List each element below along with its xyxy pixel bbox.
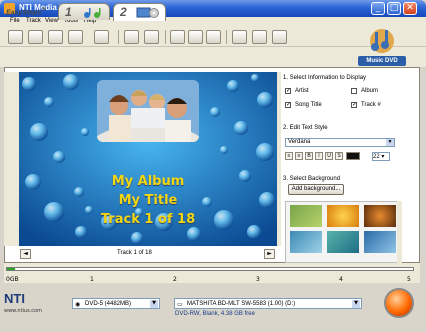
maximize-button[interactable]: □ [387, 2, 401, 15]
capacity-fill [7, 268, 15, 270]
song-title-label: Song Title [295, 102, 322, 108]
image-icon[interactable] [144, 30, 159, 44]
align-center-button[interactable]: ≡ [295, 152, 303, 160]
toolbar-separator [226, 30, 227, 44]
add-background-button[interactable]: Add background... [288, 184, 344, 195]
section-background: 3. Select Background [283, 176, 341, 182]
menu-track[interactable]: Track [26, 18, 41, 24]
capacity-tick: 3 [256, 276, 260, 283]
capacity-tick: 0GB [6, 276, 19, 283]
artist-checkbox[interactable]: ✓ [285, 88, 291, 94]
track-text[interactable]: Track 1 of 18 [19, 212, 277, 227]
section-select-info: 1. Select Information to Display [283, 75, 367, 81]
shadow-button[interactable]: S [335, 152, 343, 160]
family-photo-image [97, 80, 199, 142]
track-number-label: Track # [361, 102, 381, 108]
section-text-style: 2. Edit Text Style [283, 125, 328, 131]
capacity-tick: 2 [173, 276, 177, 283]
menu-view[interactable]: View [45, 18, 58, 24]
track-navigation: ◄ Track 1 of 18 ► [19, 249, 277, 260]
italic-button[interactable]: I [315, 152, 323, 160]
tab-step-2[interactable]: 2 [113, 3, 166, 21]
prev-track-button[interactable]: ◄ [20, 249, 31, 259]
background-gallery [285, 201, 401, 263]
album-label: Album [361, 88, 379, 94]
background-thumbnail[interactable] [364, 231, 396, 253]
align-left-button[interactable]: ≡ [285, 152, 293, 160]
nti-logo: NTI [4, 291, 25, 306]
new-icon[interactable] [8, 30, 23, 44]
title-text[interactable]: My Title [19, 193, 277, 208]
disc-type-select[interactable]: ◉ DVD-5 (4482MB) ▼ [72, 298, 160, 309]
drive-select[interactable]: ▭ MATSHITA BD-MLT SW-5583 (1.00) (D:) ▼ [174, 298, 362, 309]
dvd-menu-preview[interactable]: My Album My Title Track 1 of 18 [19, 72, 277, 246]
save-icon[interactable] [48, 30, 63, 44]
open-icon[interactable] [28, 30, 43, 44]
open-folder-icon[interactable] [124, 30, 139, 44]
refresh-icon[interactable] [94, 30, 109, 44]
chevron-down-icon: ▼ [386, 139, 394, 146]
background-thumbnail[interactable] [364, 205, 396, 227]
artist-label: Artist [295, 88, 309, 94]
capacity-tick: 4 [339, 276, 343, 283]
chevron-down-icon: ▼ [150, 300, 158, 308]
drive-icon: ▭ [177, 301, 183, 308]
burn-button[interactable] [384, 288, 414, 318]
disc-menu-icon [136, 7, 159, 18]
next-track-button[interactable]: ► [264, 249, 275, 259]
bold-button[interactable]: B [305, 152, 313, 160]
font-size-select[interactable]: 22 ▾ [372, 152, 390, 161]
capacity-tick: 5 [407, 276, 411, 283]
capacity-bar [6, 267, 414, 271]
song-title-checkbox[interactable]: ✓ [285, 102, 291, 108]
gallery-scrollbar[interactable] [397, 201, 402, 263]
home-icon[interactable] [68, 30, 83, 44]
disc-capacity-area [4, 263, 420, 283]
options-icon[interactable] [272, 30, 287, 44]
font-select[interactable]: Verdana ▼ [285, 138, 395, 147]
background-thumbnail[interactable] [290, 231, 322, 253]
music-dvd-label: Music DVD [358, 56, 406, 66]
settings-icon[interactable] [232, 30, 247, 44]
options-panel: 1. Select Information to Display ✓ Artis… [281, 72, 408, 263]
nti-url: www.ntius.com [4, 308, 42, 314]
background-thumbnail[interactable] [327, 231, 359, 253]
toolbar-separator [118, 30, 119, 44]
music-notes-icon [84, 8, 101, 18]
background-thumbnail[interactable] [327, 205, 359, 227]
underline-button[interactable]: U [325, 152, 333, 160]
easysteps-label: EasySteps® [6, 7, 46, 17]
track-number-checkbox[interactable]: ✓ [351, 102, 357, 108]
album-text[interactable]: My Album [19, 174, 277, 189]
minimize-button[interactable]: _ [371, 2, 385, 15]
toolbar-separator [165, 30, 166, 44]
chevron-down-icon: ▼ [352, 300, 360, 308]
track-label: Track 1 of 18 [117, 250, 152, 256]
list-icon[interactable] [206, 30, 221, 44]
burn-settings-icon[interactable] [252, 30, 267, 44]
add-icon[interactable] [170, 30, 185, 44]
tab-step-1[interactable]: 1 [58, 3, 110, 20]
remove-icon[interactable] [188, 30, 203, 44]
menu-file[interactable]: File [10, 18, 20, 24]
text-color-picker[interactable] [346, 152, 360, 160]
disc-status: DVD-RW, Blank, 4.38 GB free [175, 311, 255, 317]
capacity-tick: 1 [90, 276, 94, 283]
close-button[interactable]: ✕ [403, 2, 417, 15]
background-thumbnail[interactable] [290, 205, 322, 227]
family-photo [97, 80, 199, 142]
dvd-icon: ◉ [75, 301, 81, 308]
album-checkbox[interactable] [351, 88, 357, 94]
preview-left-margin [4, 72, 19, 246]
